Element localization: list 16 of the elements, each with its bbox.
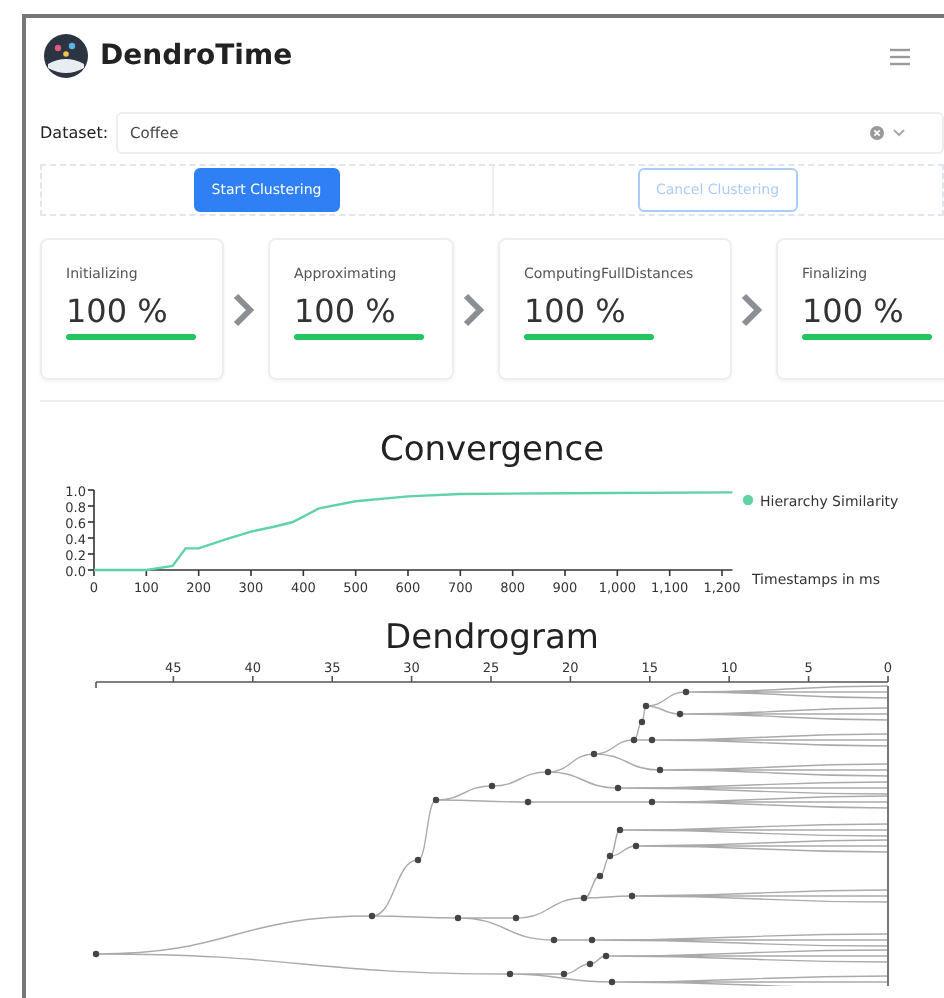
y-axis <box>87 489 95 571</box>
chevron-down-icon[interactable] <box>892 128 906 138</box>
chevron-right-icon <box>740 291 764 327</box>
menu-icon[interactable] <box>890 47 910 65</box>
stage-value: 100 % <box>294 292 398 330</box>
stage-value: 100 % <box>524 292 628 330</box>
clear-icon[interactable] <box>870 126 884 140</box>
dataset-label: Dataset: <box>40 124 109 142</box>
stage-value: 100 % <box>66 292 170 330</box>
chart-title: Convergence <box>377 428 607 472</box>
logo-icon <box>44 34 88 78</box>
chevron-right-icon <box>462 291 486 327</box>
chart-title: Dendrogram <box>383 616 601 660</box>
app-title: DendroTime <box>100 40 295 72</box>
stage-value: 100 % <box>802 292 906 330</box>
chevron-right-icon <box>232 291 256 327</box>
